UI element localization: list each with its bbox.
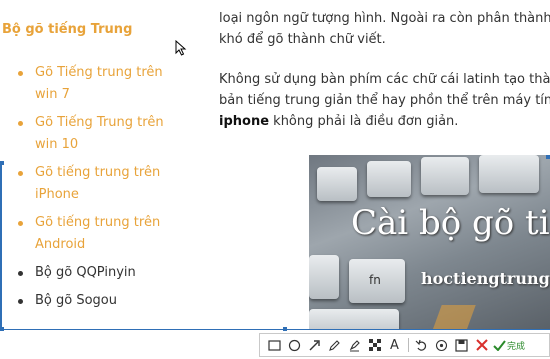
toolbar-divider bbox=[408, 338, 409, 352]
screenshot-toolbar: A 完成 bbox=[259, 333, 550, 357]
keyboard-key bbox=[367, 161, 411, 197]
sidebar-item-label-cont: iPhone bbox=[35, 187, 79, 202]
sidebar-item-label-cont: Android bbox=[35, 237, 86, 252]
sidebar-item-label: Gõ tiếng trung trên bbox=[35, 165, 161, 180]
sidebar-item-label: Bộ gõ Sogou bbox=[35, 293, 117, 308]
sidebar-item-iphone[interactable]: Gõ tiếng trung trên iPhone bbox=[0, 162, 205, 206]
article-line: không phải là điều đơn giản. bbox=[269, 114, 459, 129]
orange-shape bbox=[432, 305, 476, 330]
bullet-dot bbox=[18, 71, 23, 76]
key-label: fn bbox=[369, 273, 381, 287]
sidebar-item-win7[interactable]: Gõ Tiếng trung trên win 7 bbox=[0, 62, 205, 106]
sidebar-title: Bộ gõ tiếng Trung bbox=[2, 22, 133, 37]
promo-subtitle: hoctiengtrungt bbox=[421, 269, 550, 288]
keyboard-key bbox=[309, 309, 399, 330]
article-paragraph-2: Không sử dụng bàn phím các chữ cái latin… bbox=[219, 69, 550, 132]
sidebar-item-sogou[interactable]: Bộ gõ Sogou bbox=[0, 290, 205, 312]
selection-border-left[interactable] bbox=[0, 161, 2, 331]
pin-icon[interactable] bbox=[433, 337, 450, 354]
keyboard-key bbox=[479, 155, 539, 193]
selection-handle[interactable] bbox=[546, 155, 550, 159]
sidebar-item-label: Bộ gõ QQPinyin bbox=[35, 265, 136, 280]
selection-handle[interactable] bbox=[283, 327, 287, 331]
sidebar-item-label: Gõ Tiếng Trung trên bbox=[35, 115, 164, 130]
promo-image: fn Cài bộ gõ tiế hoctiengtrungt bbox=[309, 155, 550, 330]
save-icon[interactable] bbox=[453, 337, 470, 354]
sidebar-item-label: Gõ Tiếng trung trên bbox=[35, 65, 163, 80]
article-bold-word: iphone bbox=[219, 114, 270, 129]
selection-handle[interactable] bbox=[0, 161, 4, 165]
sidebar-item-label-cont: win 10 bbox=[35, 137, 79, 152]
bullet-dot bbox=[18, 299, 23, 304]
sidebar-list: Gõ Tiếng trung trên win 7 Gõ Tiếng Trung… bbox=[0, 62, 205, 318]
sidebar-item-win10[interactable]: Gõ Tiếng Trung trên win 10 bbox=[0, 112, 205, 156]
done-icon[interactable]: 完成 bbox=[493, 337, 525, 354]
keyboard-key bbox=[317, 167, 357, 201]
cancel-icon[interactable] bbox=[473, 337, 490, 354]
article-line: khó để gõ thành chữ viết. bbox=[219, 32, 386, 47]
sidebar-item-label: Gõ tiếng trung trên bbox=[35, 215, 161, 230]
article-line: bản tiếng trung giản thể hay phồn thể tr… bbox=[219, 93, 550, 108]
mouse-cursor-icon bbox=[175, 40, 187, 56]
bullet-dot bbox=[18, 221, 23, 226]
keyboard-key bbox=[309, 255, 339, 299]
text-tool-glyph: A bbox=[390, 337, 399, 353]
keyboard-key-fn: fn bbox=[349, 259, 405, 303]
mosaic-icon[interactable] bbox=[366, 337, 383, 354]
article-line: Không sử dụng bàn phím các chữ cái latin… bbox=[219, 72, 550, 87]
selection-border-bottom[interactable] bbox=[0, 329, 550, 330]
bullet-dot bbox=[18, 121, 23, 126]
keyboard-key bbox=[421, 157, 469, 195]
article-paragraph-1: loại ngôn ngữ tượng hình. Ngoài ra còn p… bbox=[219, 8, 550, 50]
ellipse-icon[interactable] bbox=[286, 337, 303, 354]
selection-handle[interactable] bbox=[0, 327, 4, 331]
undo-icon[interactable] bbox=[413, 337, 430, 354]
promo-title: Cài bộ gõ tiế bbox=[351, 203, 550, 243]
sidebar-item-android[interactable]: Gõ tiếng trung trên Android bbox=[0, 212, 205, 256]
done-label: 完成 bbox=[507, 341, 526, 352]
rectangle-icon[interactable] bbox=[266, 337, 283, 354]
pen-icon[interactable] bbox=[326, 337, 343, 354]
bullet-dot bbox=[18, 271, 23, 276]
text-icon[interactable]: A bbox=[386, 337, 403, 354]
article-line: loại ngôn ngữ tượng hình. Ngoài ra còn p… bbox=[219, 11, 550, 26]
arrow-icon[interactable] bbox=[306, 337, 323, 354]
sidebar-item-qqpinyin[interactable]: Bộ gõ QQPinyin bbox=[0, 262, 205, 284]
highlighter-icon[interactable] bbox=[346, 337, 363, 354]
article-body: loại ngôn ngữ tượng hình. Ngoài ra còn p… bbox=[219, 0, 550, 132]
sidebar-item-label-cont: win 7 bbox=[35, 87, 70, 102]
bullet-dot bbox=[18, 171, 23, 176]
